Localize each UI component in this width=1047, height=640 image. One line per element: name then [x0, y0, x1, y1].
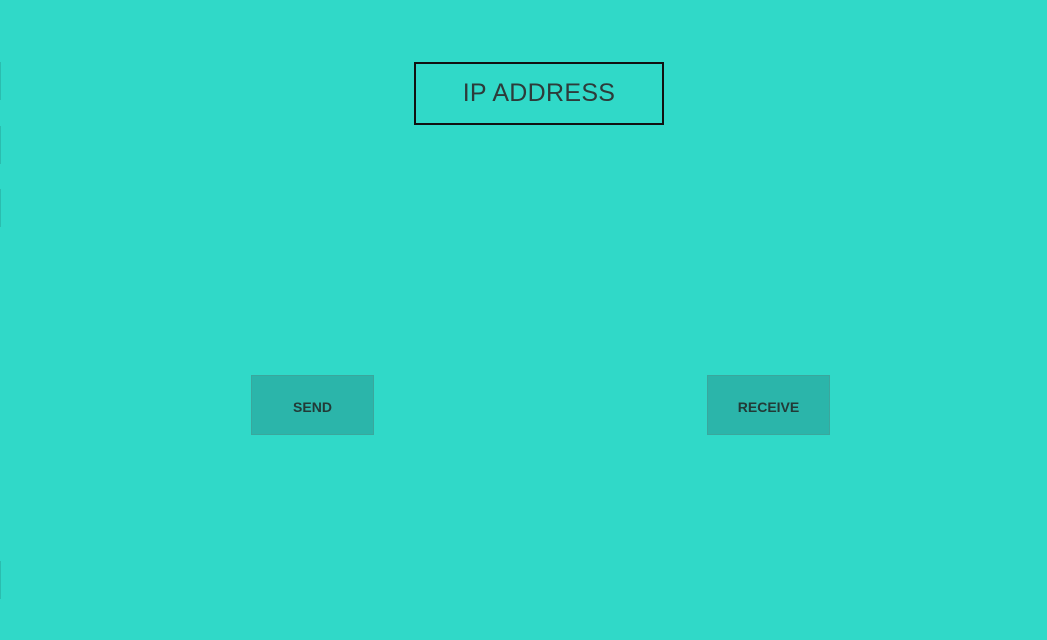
app-window: IP ADDRESS SEND RECEIVE [0, 0, 1047, 640]
window-edge-mark [0, 189, 1, 227]
send-button[interactable]: SEND [251, 375, 374, 435]
receive-button[interactable]: RECEIVE [707, 375, 830, 435]
ip-address-box: IP ADDRESS [414, 62, 664, 125]
window-edge-mark [0, 561, 1, 599]
window-edge-mark [0, 126, 1, 164]
window-edge-mark [0, 62, 1, 100]
ip-address-label: IP ADDRESS [462, 79, 616, 107]
